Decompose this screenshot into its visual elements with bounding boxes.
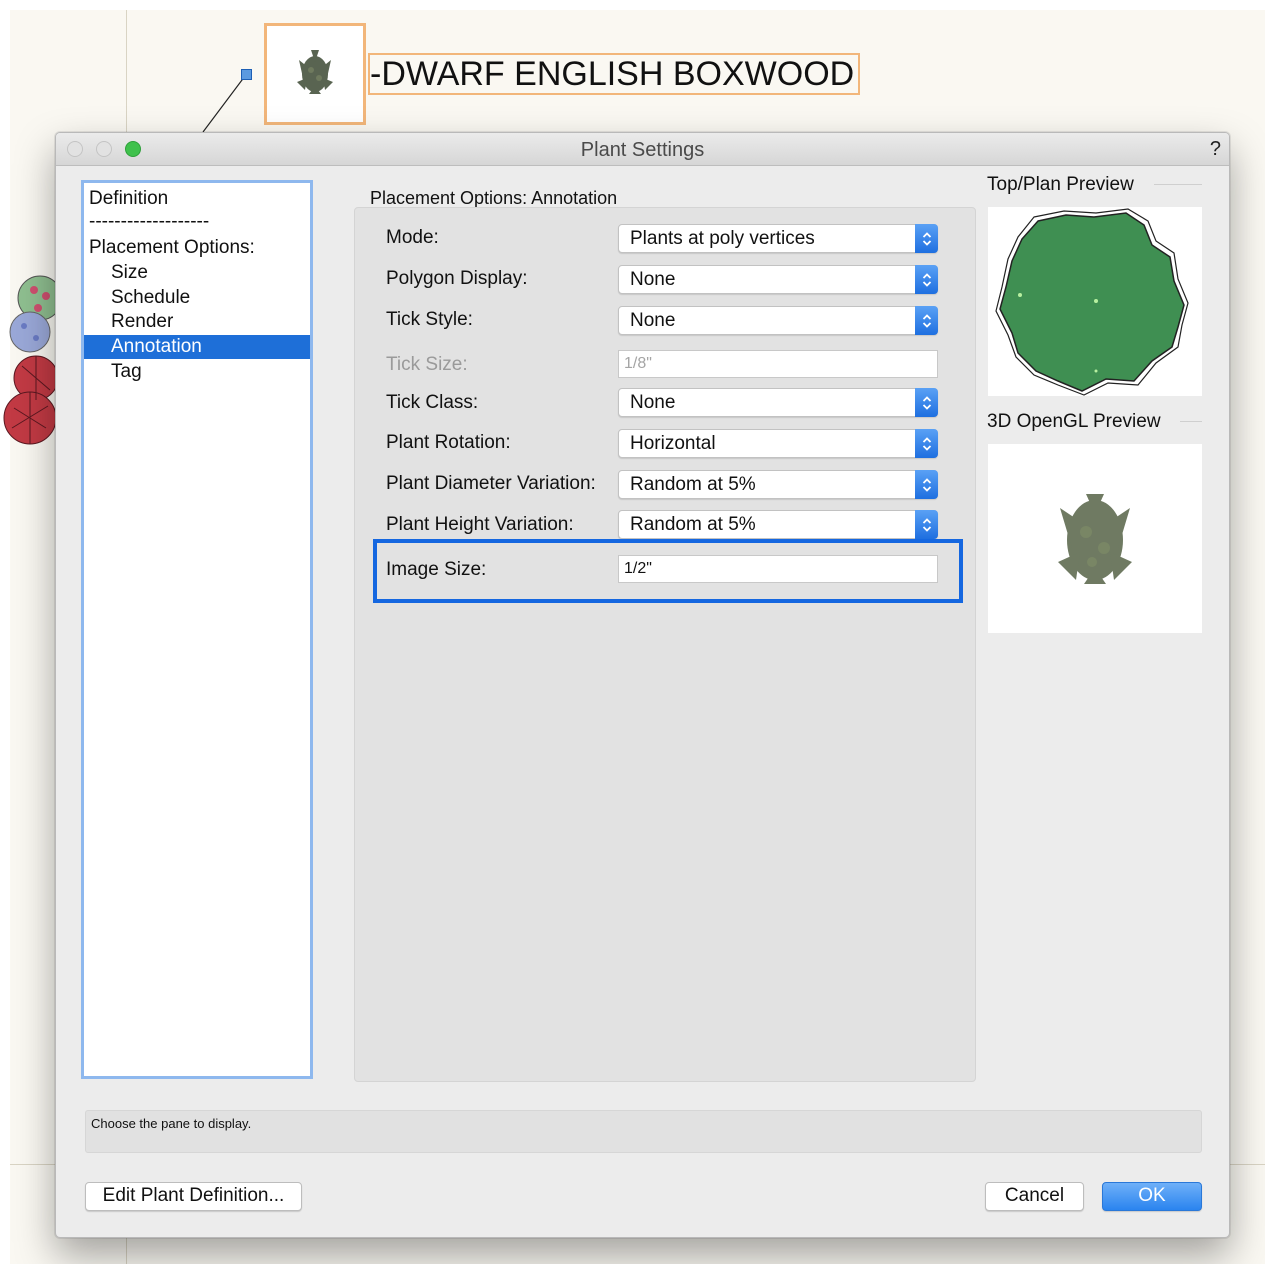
popup-arrows-icon [915,429,938,458]
tick-class-value: None [630,392,676,413]
plant-diameter-variation-value: Random at 5% [630,474,756,495]
cancel-button[interactable]: Cancel [985,1182,1084,1211]
plant-height-variation-value: Random at 5% [630,514,756,535]
title-bar[interactable]: Plant Settings ? [56,133,1229,166]
mode-label: Mode: [386,227,439,248]
section-title: Placement Options: Annotation [370,188,618,208]
pane-item-schedule[interactable]: Schedule [84,286,310,310]
popup-arrows-icon [915,306,938,335]
tick-style-label: Tick Style: [386,309,473,330]
plant-tag-label[interactable]: -DWARF ENGLISH BOXWOOD [368,53,861,95]
plant-settings-dialog: Plant Settings ? Definition ------------… [55,132,1230,1238]
tick-size-value: 1/8" [624,355,652,372]
opengl-preview-label: 3D OpenGL Preview [987,411,1161,432]
window-title: Plant Settings [580,139,705,161]
mode-value: Plants at poly vertices [630,228,815,249]
pane-list: Definition ------------------- Placement… [81,180,313,1079]
tick-class-label: Tick Class: [386,392,479,413]
tick-size-label: Tick Size: [386,354,468,375]
plant-diameter-variation-label: Plant Diameter Variation: [386,473,596,494]
help-button[interactable]: ? [1210,138,1221,161]
plant-rotation-value: Horizontal [630,433,716,454]
plant-tag-image[interactable] [264,23,366,125]
image-size-field[interactable]: 1/2" [618,555,938,583]
popup-arrows-icon [915,510,938,539]
opengl-preview [988,444,1202,633]
pane-item-placement-options[interactable]: Placement Options: [84,236,310,260]
plant-diameter-variation-popup[interactable]: Random at 5% [618,470,938,499]
plant-height-variation-label: Plant Height Variation: [386,514,574,535]
image-size-label: Image Size: [386,559,487,580]
opengl-plant-icon [1058,494,1132,584]
tag-leader-line [202,75,246,133]
tick-size-field: 1/8" [618,350,938,378]
preview-divider [1180,421,1202,422]
popup-arrows-icon [915,265,938,294]
plant-height-variation-popup[interactable]: Random at 5% [618,510,938,539]
popup-arrows-icon [915,470,938,499]
ok-button[interactable]: OK [1102,1182,1202,1211]
pane-separator: ------------------- [89,211,210,232]
boxwood-image-icon [297,50,333,94]
tick-style-popup[interactable]: None [618,306,938,335]
status-text: Choose the pane to display. [91,1116,252,1131]
polygon-display-popup[interactable]: None [618,265,938,294]
top-plan-preview-label: Top/Plan Preview [987,174,1134,195]
status-message-area: Choose the pane to display. [85,1110,1202,1153]
plant-rotation-popup[interactable]: Horizontal [618,429,938,458]
tick-class-popup[interactable]: None [618,388,938,417]
tick-style-value: None [630,310,676,331]
mode-popup[interactable]: Plants at poly vertices [618,224,938,253]
drawing-plants-cluster [3,275,60,445]
pane-item-tag[interactable]: Tag [84,360,310,384]
edit-plant-definition-button[interactable]: Edit Plant Definition... [85,1182,302,1211]
polygon-display-label: Polygon Display: [386,268,528,289]
leader-handle[interactable] [241,69,252,80]
pane-item-annotation[interactable]: Annotation [84,335,310,359]
pane-item-definition[interactable]: Definition [84,187,310,211]
pane-item-size[interactable]: Size [84,261,310,285]
annotation-options-panel [354,207,976,1082]
pane-item-render[interactable]: Render [84,310,310,334]
image-size-value: 1/2" [624,560,652,577]
preview-divider [1154,184,1202,185]
plan-preview-shape [995,208,1189,396]
polygon-display-value: None [630,269,676,290]
top-plan-preview [988,207,1202,396]
popup-arrows-icon [915,224,938,253]
popup-arrows-icon [915,388,938,417]
plant-rotation-label: Plant Rotation: [386,432,511,453]
